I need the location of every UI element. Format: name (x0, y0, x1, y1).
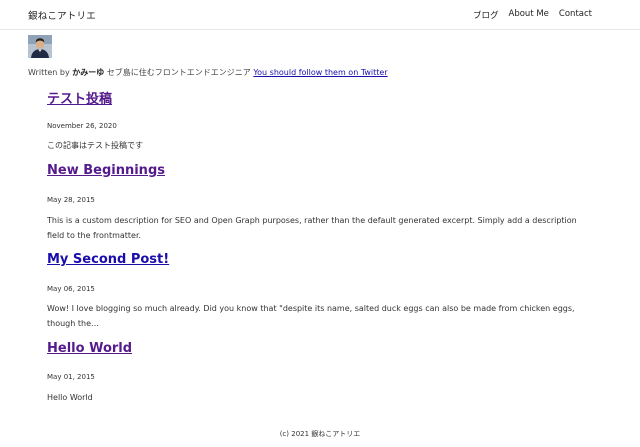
site-title-link[interactable]: 銀ねこアトリエ (28, 8, 96, 22)
post-title-link[interactable]: New Beginnings (47, 163, 597, 178)
post-description: この記事はテスト投稿です (47, 141, 143, 150)
post-date: May 28, 2015 (47, 196, 95, 204)
author-name: かみーゆ (72, 68, 105, 77)
post-description: Hello World (47, 393, 93, 402)
nav-link-contact[interactable]: Contact (559, 9, 592, 21)
nav-link-about-me[interactable]: About Me (509, 9, 549, 21)
post-date: May 01, 2015 (47, 373, 95, 381)
site-header: 銀ねこアトリエ ブログ About Me Contact (0, 0, 640, 30)
post-item: Hello World May 01, 2015 Hello World (47, 341, 597, 402)
post-date: May 06, 2015 (47, 285, 95, 293)
bio-description: セブ島に住むフロントエンドエンジニア (104, 68, 254, 77)
post-title-link[interactable]: My Second Post! (47, 252, 597, 267)
post-item: My Second Post! May 06, 2015 Wow! I love… (47, 252, 597, 328)
post-title-link[interactable]: Hello World (47, 341, 597, 356)
twitter-follow-link[interactable]: You should follow them on Twitter (253, 68, 387, 77)
post-item: New Beginnings May 28, 2015 This is a cu… (47, 163, 597, 240)
author-photo-icon (28, 35, 52, 58)
site-footer: (c) 2021 銀ねこアトリエ (279, 430, 361, 438)
post-item: テスト投稿 November 26, 2020 この記事はテスト投稿です (47, 88, 597, 150)
post-date: November 26, 2020 (47, 122, 117, 130)
nav-link-blog[interactable]: ブログ (473, 9, 499, 21)
post-description: This is a custom description for SEO and… (47, 216, 577, 240)
author-bio: Written by かみーゆ セブ島に住むフロントエンドエンジニア You s… (28, 67, 388, 78)
main-nav: ブログ About Me Contact (473, 9, 592, 21)
bio-prefix: Written by (28, 68, 73, 77)
post-description: Wow! I love blogging so much already. Di… (47, 304, 575, 328)
avatar (28, 35, 52, 58)
post-title-link[interactable]: テスト投稿 (47, 88, 597, 107)
